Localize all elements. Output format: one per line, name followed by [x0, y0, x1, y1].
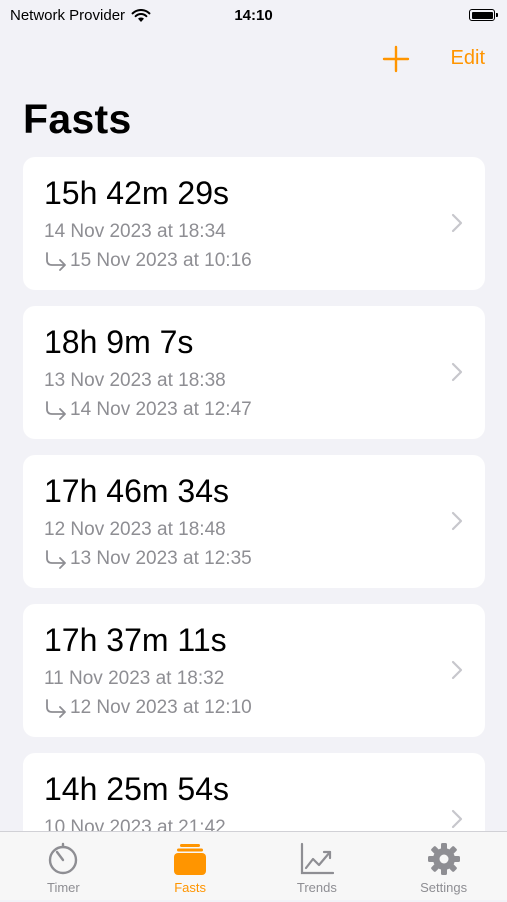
fasts-list: 15h 42m 29s 14 Nov 2023 at 18:34 15 Nov … — [23, 157, 485, 902]
tab-bar: Timer Fasts Trends Settings — [0, 831, 507, 900]
fast-row[interactable]: 17h 46m 34s 12 Nov 2023 at 18:48 13 Nov … — [23, 455, 485, 588]
fast-duration: 15h 42m 29s — [44, 175, 230, 211]
battery-icon — [469, 9, 498, 21]
fast-start: 13 Nov 2023 at 18:38 — [44, 370, 226, 391]
fast-end: 12 Nov 2023 at 12:10 — [70, 697, 252, 718]
plus-icon — [382, 45, 410, 73]
fast-end-row: 13 Nov 2023 at 12:35 — [44, 548, 252, 570]
fast-end-row: 14 Nov 2023 at 12:47 — [44, 399, 252, 421]
chevron-right-icon — [451, 362, 463, 382]
fast-end-row: 15 Nov 2023 at 10:16 — [44, 250, 252, 272]
tab-label: Trends — [296, 880, 337, 895]
tab-timer[interactable]: Timer — [0, 832, 127, 900]
fast-row[interactable]: 18h 9m 7s 13 Nov 2023 at 18:38 14 Nov 20… — [23, 306, 485, 439]
fast-duration: 17h 37m 11s — [44, 622, 227, 658]
tab-label: Fasts — [174, 880, 207, 895]
add-fast-button[interactable] — [381, 44, 411, 74]
gear-icon — [427, 843, 460, 875]
status-time: 14:10 — [234, 7, 273, 24]
tab-trends[interactable]: Trends — [254, 832, 381, 900]
arrow-turn-right-icon — [46, 550, 66, 569]
stack-icon — [174, 844, 207, 875]
fast-duration: 18h 9m 7s — [44, 324, 194, 360]
chart-icon — [300, 842, 334, 875]
fast-start: 11 Nov 2023 at 18:32 — [44, 668, 225, 689]
arrow-turn-right-icon — [46, 401, 66, 420]
timer-icon — [49, 842, 78, 875]
fast-start: 12 Nov 2023 at 18:48 — [44, 519, 226, 540]
fast-duration: 17h 46m 34s — [44, 473, 230, 509]
chevron-right-icon — [451, 511, 463, 531]
navigation-bar: Edit — [0, 38, 507, 78]
chevron-right-icon — [451, 809, 463, 829]
fast-row[interactable]: 15h 42m 29s 14 Nov 2023 at 18:34 15 Nov … — [23, 157, 485, 290]
page-title: Fasts — [23, 96, 132, 142]
status-bar: Network Provider 14:10 — [0, 0, 507, 34]
tab-label: Settings — [420, 880, 468, 895]
chevron-right-icon — [451, 660, 463, 680]
tab-settings[interactable]: Settings — [380, 832, 507, 900]
arrow-turn-right-icon — [46, 252, 66, 271]
arrow-turn-right-icon — [46, 699, 66, 718]
fast-end-row: 12 Nov 2023 at 12:10 — [44, 697, 252, 719]
fast-end: 14 Nov 2023 at 12:47 — [70, 399, 252, 420]
tab-label: Timer — [47, 880, 80, 895]
fast-end: 15 Nov 2023 at 10:16 — [70, 250, 252, 271]
chevron-right-icon — [451, 213, 463, 233]
tab-fasts[interactable]: Fasts — [127, 832, 254, 900]
fast-start: 14 Nov 2023 at 18:34 — [44, 221, 226, 242]
fast-row[interactable]: 17h 37m 11s 11 Nov 2023 at 18:32 12 Nov … — [23, 604, 485, 737]
fast-duration: 14h 25m 54s — [44, 771, 230, 807]
edit-button[interactable]: Edit — [451, 47, 485, 70]
fast-end: 13 Nov 2023 at 12:35 — [70, 548, 252, 569]
